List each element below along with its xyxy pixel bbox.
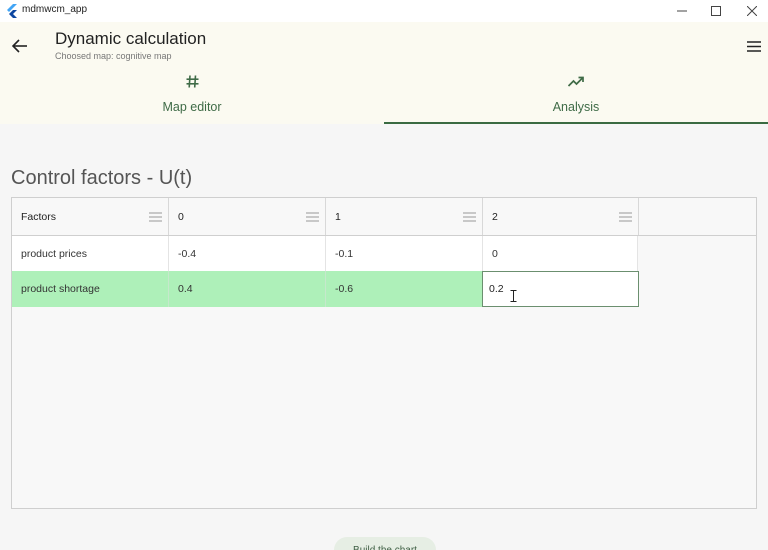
section-heading: Control factors - U(t) [11,167,193,189]
column-header-label: 2 [492,210,498,223]
table-row-selected[interactable]: product shortage 0.4 -0.6 [12,271,639,307]
trending-up-icon [568,76,584,87]
flutter-logo-icon [7,4,17,18]
table-header: Factors 0 1 2 [12,198,756,236]
column-header-label: 1 [335,210,341,223]
control-factors-table: Factors 0 1 2 product prices -0.4 -0.1 0… [11,197,757,509]
table-cell[interactable]: -0.4 [169,236,326,272]
page-title: Dynamic calculation [55,29,207,48]
column-header-label: 0 [178,210,184,223]
column-header-factors[interactable]: Factors [12,198,169,235]
table-cell[interactable]: 0.4 [169,271,326,307]
app-bar: Dynamic calculation Choosed map: cogniti… [0,22,768,124]
table-row[interactable]: product prices -0.4 -0.1 0 [12,236,638,272]
close-button[interactable] [734,0,768,22]
minimize-button[interactable] [664,0,700,22]
column-menu-icon[interactable] [149,212,162,222]
text-cursor-icon [510,290,517,302]
column-header-0[interactable]: 0 [169,198,326,235]
window-title: mdmwcm_app [22,4,88,15]
page-subtitle: Choosed map: cognitive map [55,51,172,61]
column-header-label: Factors [21,210,57,223]
back-button[interactable] [8,34,32,58]
maximize-button[interactable] [698,0,734,22]
tab-map-editor-label: Map editor [162,100,222,114]
column-menu-icon[interactable] [463,212,476,222]
minimize-icon [677,10,687,12]
cell-value-input[interactable] [489,283,529,295]
menu-button[interactable] [742,34,766,58]
column-menu-icon[interactable] [306,212,319,222]
column-header-2[interactable]: 2 [483,198,639,235]
column-header-1[interactable]: 1 [326,198,483,235]
tab-active-indicator [384,122,768,124]
tab-map-editor[interactable]: Map editor [0,70,384,124]
build-chart-button[interactable]: Build the chart [334,537,436,550]
table-cell-factor[interactable]: product prices [12,236,169,272]
arrow-back-icon [12,39,27,53]
maximize-icon [711,6,721,16]
table-cell[interactable]: -0.6 [326,271,483,307]
column-menu-icon[interactable] [619,212,632,222]
window-titlebar: mdmwcm_app [0,0,768,22]
tab-analysis[interactable]: Analysis [384,70,768,124]
table-cell[interactable]: 0 [483,236,638,272]
close-icon [747,6,757,16]
table-cell-factor[interactable]: product shortage [12,271,169,307]
hash-icon [186,74,198,88]
table-cell[interactable]: -0.1 [326,236,483,272]
table-cell-editor[interactable] [482,271,639,307]
tab-analysis-label: Analysis [552,100,600,114]
hamburger-menu-icon [747,40,761,52]
